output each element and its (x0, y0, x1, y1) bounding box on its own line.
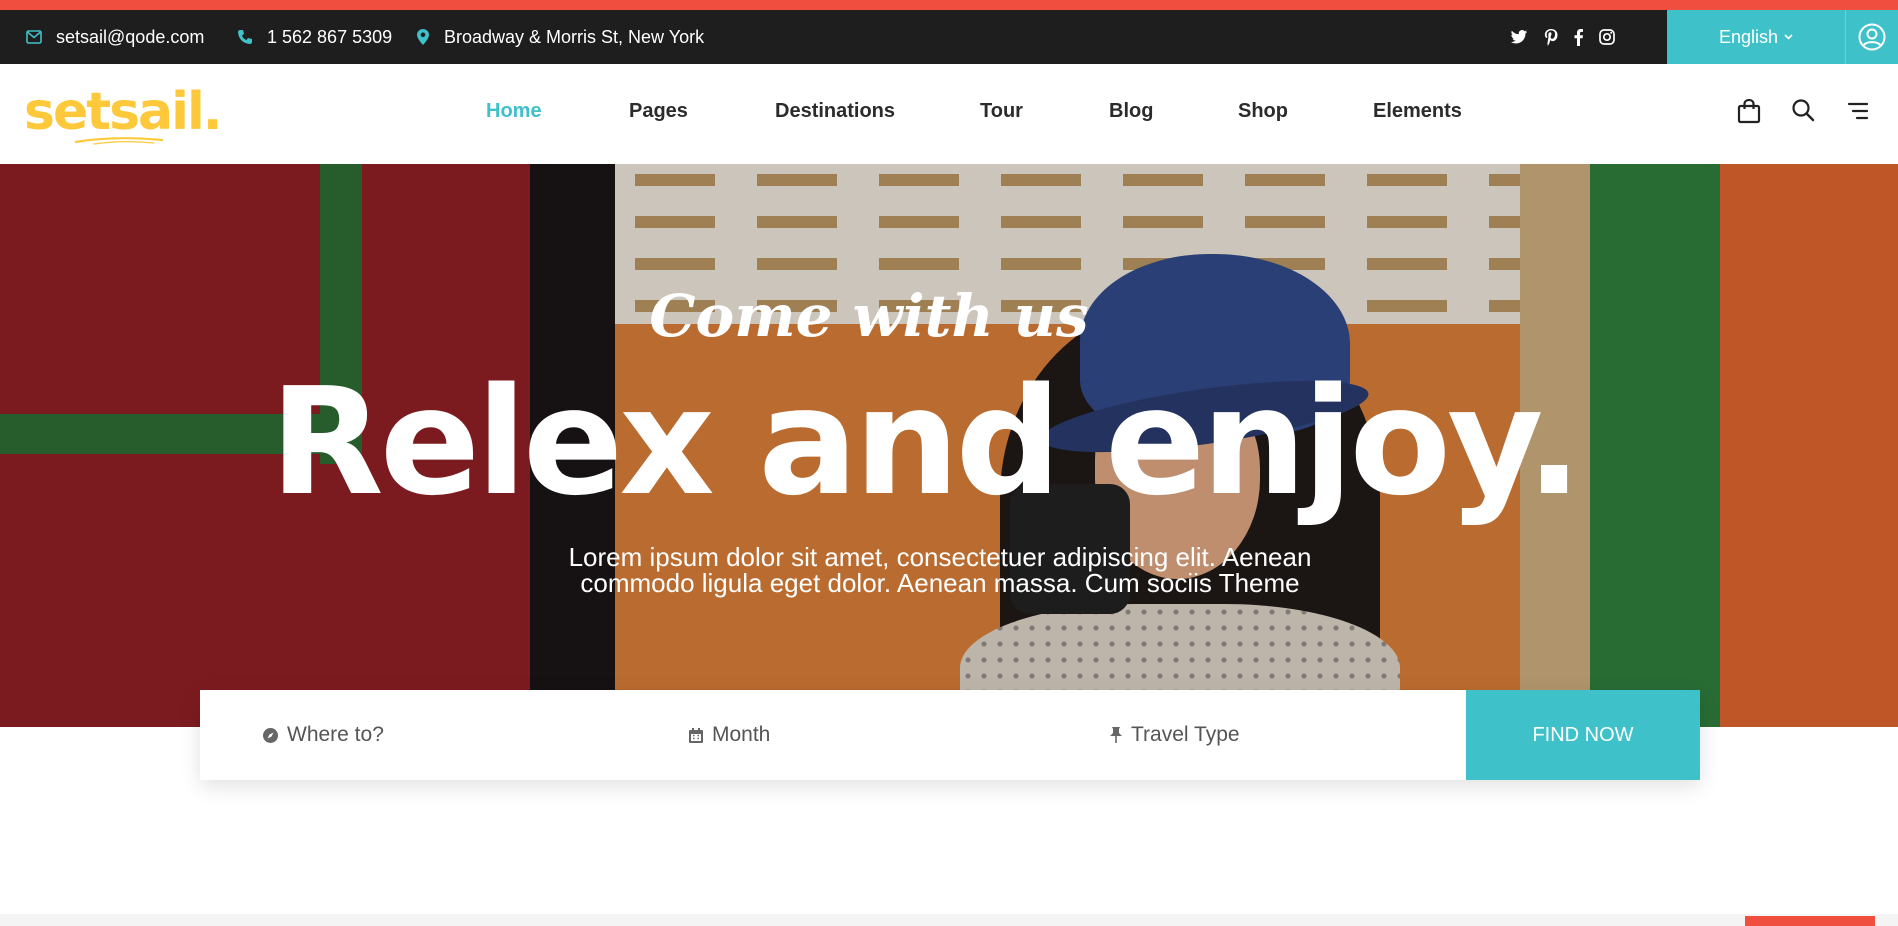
nav-item-home[interactable]: Home (486, 100, 542, 123)
user-account-button[interactable] (1845, 10, 1898, 64)
nav-item-elements[interactable]: Elements (1373, 100, 1462, 123)
phone-icon (238, 30, 252, 44)
side-menu-icon[interactable] (1847, 102, 1869, 120)
phone-contact[interactable]: 1 562 867 5309 (237, 10, 392, 64)
where-to-placeholder: Where to? (287, 723, 384, 746)
find-now-button[interactable]: FIND NOW (1466, 690, 1700, 780)
site-logo[interactable]: setsail. (24, 82, 223, 142)
tour-search-bar: Where to? Month Travel Type FIND NOW (200, 690, 1700, 780)
social-links (1510, 10, 1615, 64)
logo-swash-decoration (74, 137, 164, 145)
facebook-icon[interactable] (1574, 28, 1583, 46)
next-section-red-tab (1745, 916, 1875, 926)
phone-text: 1 562 867 5309 (267, 26, 393, 47)
calendar-icon (689, 727, 703, 743)
nav-item-blog[interactable]: Blog (1109, 100, 1153, 123)
pinterest-icon[interactable] (1544, 28, 1558, 46)
month-placeholder: Month (712, 723, 771, 746)
chevron-down-icon (1784, 34, 1793, 40)
top-red-strip (0, 0, 1898, 10)
language-selector[interactable]: English (1667, 10, 1845, 64)
nav-item-destinations[interactable]: Destinations (775, 100, 895, 123)
shopping-bag-icon[interactable] (1737, 98, 1761, 124)
email-contact[interactable]: setsail@qode.com (26, 10, 204, 64)
travel-type-field[interactable]: Travel Type (1109, 690, 1240, 780)
instagram-icon[interactable] (1599, 29, 1615, 45)
language-label: English (1718, 26, 1779, 47)
next-section-edge (0, 914, 1898, 926)
top-bar: setsail@qode.com 1 562 867 5309 Broadway… (0, 10, 1898, 64)
pushpin-icon (1110, 727, 1122, 743)
travel-type-placeholder: Travel Type (1131, 723, 1240, 746)
hero-subtitle: Lorem ipsum dolor sit amet, consectetuer… (568, 542, 1312, 598)
mail-icon (26, 30, 42, 44)
nav-item-shop[interactable]: Shop (1238, 100, 1288, 123)
user-icon (1858, 23, 1886, 51)
logo-text: setsail. (24, 82, 223, 142)
main-header: setsail. Home Pages Destinations Tour Bl… (0, 64, 1898, 164)
hero-pretitle-wrap: Come with us (0, 282, 1898, 350)
hero-pretitle: Come with us (649, 282, 1089, 350)
hero-title: Relex and enjoy. (269, 356, 1582, 528)
hero-banner: Come with us Relex and enjoy. Lorem ipsu… (0, 164, 1898, 727)
month-field[interactable]: Month (688, 690, 770, 780)
compass-icon (263, 727, 278, 743)
address-contact[interactable]: Broadway & Morris St, New York (416, 10, 704, 64)
nav-item-pages[interactable]: Pages (629, 100, 688, 123)
email-text: setsail@qode.com (56, 26, 205, 47)
where-to-field[interactable]: Where to? (262, 690, 384, 780)
hero-title-wrap: Relex and enjoy. (0, 368, 1898, 516)
twitter-icon[interactable] (1510, 29, 1528, 45)
address-text: Broadway & Morris St, New York (444, 26, 705, 47)
location-pin-icon (417, 29, 429, 45)
nav-item-tour[interactable]: Tour (980, 100, 1023, 123)
search-icon[interactable] (1791, 98, 1815, 122)
